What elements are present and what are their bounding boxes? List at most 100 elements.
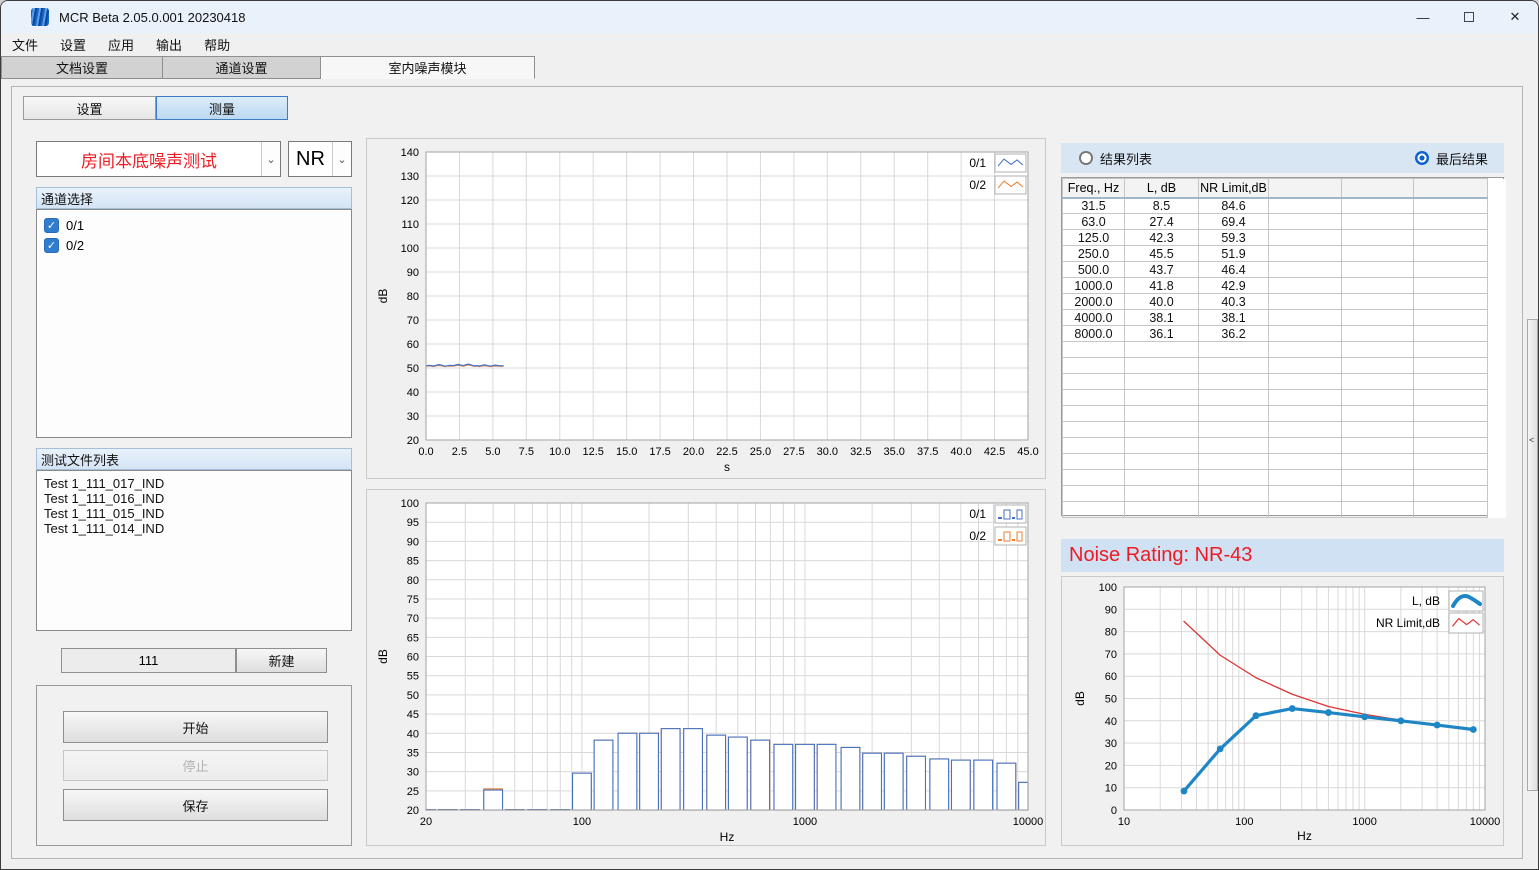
- test-type-combobox[interactable]: 房间本底噪声测试 ⌄: [36, 141, 281, 177]
- svg-text:20: 20: [420, 816, 432, 828]
- maximize-button[interactable]: [1446, 1, 1492, 33]
- spectrum-chart: 2025303540455055606570758085909510020100…: [366, 489, 1046, 846]
- table-cell: [1269, 278, 1342, 294]
- table-row[interactable]: 4000.038.138.1: [1063, 310, 1506, 326]
- svg-text:0/1: 0/1: [969, 156, 986, 170]
- svg-text:30: 30: [407, 411, 419, 423]
- checkbox-checked-icon[interactable]: ✓: [44, 218, 59, 233]
- tab-indoor-noise-module[interactable]: 室内噪声模块: [321, 56, 535, 79]
- table-cell: [1269, 326, 1342, 342]
- menu-item-2[interactable]: 应用: [97, 33, 145, 56]
- svg-text:25: 25: [407, 786, 419, 798]
- chevron-down-icon[interactable]: ⌄: [332, 142, 351, 176]
- table-cell: [1414, 294, 1488, 310]
- table-row[interactable]: 2000.040.040.3: [1063, 294, 1506, 310]
- legend-item: [995, 176, 1026, 194]
- channel-item[interactable]: ✓0/1: [37, 215, 351, 235]
- radio-last-result[interactable]: 最后结果: [1415, 149, 1488, 168]
- table-cell: 59.3: [1199, 230, 1269, 246]
- table-row[interactable]: 1000.041.842.9: [1063, 278, 1506, 294]
- radio-results-list[interactable]: 结果列表: [1079, 149, 1152, 168]
- table-row[interactable]: 63.027.469.4: [1063, 214, 1506, 230]
- nr-combobox[interactable]: NR ⌄: [288, 141, 352, 177]
- menu-item-3[interactable]: 输出: [145, 33, 193, 56]
- subtab-settings[interactable]: 设置: [23, 96, 156, 120]
- table-row[interactable]: 500.043.746.4: [1063, 262, 1506, 278]
- table-empty-row: [1063, 374, 1506, 390]
- table-row[interactable]: 8000.036.136.2: [1063, 326, 1506, 342]
- save-button[interactable]: 保存: [63, 789, 328, 821]
- svg-text:42.5: 42.5: [984, 446, 1005, 458]
- svg-text:Hz: Hz: [720, 830, 735, 844]
- subtab-measure[interactable]: 测量: [156, 96, 288, 120]
- table-cell: 31.5: [1063, 198, 1125, 214]
- table-row[interactable]: 125.042.359.3: [1063, 230, 1506, 246]
- svg-text:1000: 1000: [1352, 816, 1376, 828]
- test-file-item[interactable]: Test 1_111_015_IND: [37, 506, 351, 521]
- svg-text:37.5: 37.5: [917, 446, 938, 458]
- menu-item-0[interactable]: 文件: [1, 33, 49, 56]
- svg-text:50: 50: [407, 363, 419, 375]
- tab-channel-settings[interactable]: 通道设置: [163, 56, 321, 79]
- table-cell: [1269, 198, 1342, 214]
- table-empty-row: [1063, 342, 1506, 358]
- table-empty-row: [1063, 422, 1506, 438]
- results-table[interactable]: Freq., HzL, dBNR Limit,dB31.58.584.663.0…: [1061, 177, 1504, 516]
- collapse-panel-handle[interactable]: <: [1527, 319, 1538, 791]
- table-row[interactable]: 250.045.551.9: [1063, 246, 1506, 262]
- menu-bar: 文件设置应用输出帮助: [1, 33, 1538, 56]
- table-cell: 63.0: [1063, 214, 1125, 230]
- test-file-item[interactable]: Test 1_111_016_IND: [37, 491, 351, 506]
- table-cell: [1269, 310, 1342, 326]
- table-cell: 42.9: [1199, 278, 1269, 294]
- table-cell: 500.0: [1063, 262, 1125, 278]
- table-row[interactable]: 31.58.584.6: [1063, 198, 1506, 214]
- test-file-item[interactable]: Test 1_111_014_IND: [37, 521, 351, 536]
- file-name-input[interactable]: [61, 648, 236, 673]
- minimize-button[interactable]: —: [1400, 1, 1446, 33]
- chevron-down-icon[interactable]: ⌄: [261, 142, 280, 176]
- close-button[interactable]: ✕: [1492, 1, 1538, 33]
- test-file-listbox[interactable]: Test 1_111_017_INDTest 1_111_016_INDTest…: [36, 470, 352, 631]
- svg-text:70: 70: [407, 613, 419, 625]
- table-cell: 45.5: [1125, 246, 1199, 262]
- svg-text:80: 80: [1105, 627, 1117, 639]
- table-cell: [1342, 198, 1414, 214]
- channel-label: 0/2: [66, 238, 84, 253]
- table-cell: [1414, 214, 1488, 230]
- svg-text:10: 10: [1105, 783, 1117, 795]
- table-cell: 40.0: [1125, 294, 1199, 310]
- svg-text:10000: 10000: [1013, 816, 1044, 828]
- table-cell: [1342, 262, 1414, 278]
- svg-text:90: 90: [407, 267, 419, 279]
- table-cell: [1414, 326, 1488, 342]
- table-cell: [1342, 214, 1414, 230]
- svg-text:85: 85: [407, 556, 419, 568]
- channel-item[interactable]: ✓ 0/2: [37, 235, 351, 255]
- table-cell: [1414, 310, 1488, 326]
- start-button[interactable]: 开始: [63, 711, 328, 743]
- table-empty-row: [1063, 486, 1506, 502]
- table-cell: 36.2: [1199, 326, 1269, 342]
- menu-item-1[interactable]: 设置: [49, 33, 97, 56]
- table-cell: 46.4: [1199, 262, 1269, 278]
- svg-text:10000: 10000: [1470, 816, 1501, 828]
- channel-listbox[interactable]: ✓0/1✓0/2: [36, 209, 352, 438]
- new-button[interactable]: 新建: [236, 648, 327, 673]
- svg-text:65: 65: [407, 632, 419, 644]
- menu-item-4[interactable]: 帮助: [193, 33, 241, 56]
- svg-text:32.5: 32.5: [850, 446, 871, 458]
- checkbox-checked-icon[interactable]: ✓: [44, 238, 59, 253]
- title-bar: MCR Beta 2.05.0.001 20230418 — ✕: [1, 1, 1538, 33]
- svg-text:0/1: 0/1: [969, 507, 986, 521]
- table-cell: [1269, 262, 1342, 278]
- radio-selected-icon: [1415, 151, 1429, 165]
- test-file-item[interactable]: Test 1_111_017_IND: [37, 476, 351, 491]
- stop-button[interactable]: 停止: [63, 750, 328, 781]
- table-header-cell: [1269, 179, 1342, 198]
- table-cell: 41.8: [1125, 278, 1199, 294]
- svg-text:70: 70: [407, 315, 419, 327]
- tab-document-settings[interactable]: 文档设置: [1, 56, 163, 79]
- svg-text:90: 90: [407, 536, 419, 548]
- svg-text:50: 50: [407, 690, 419, 702]
